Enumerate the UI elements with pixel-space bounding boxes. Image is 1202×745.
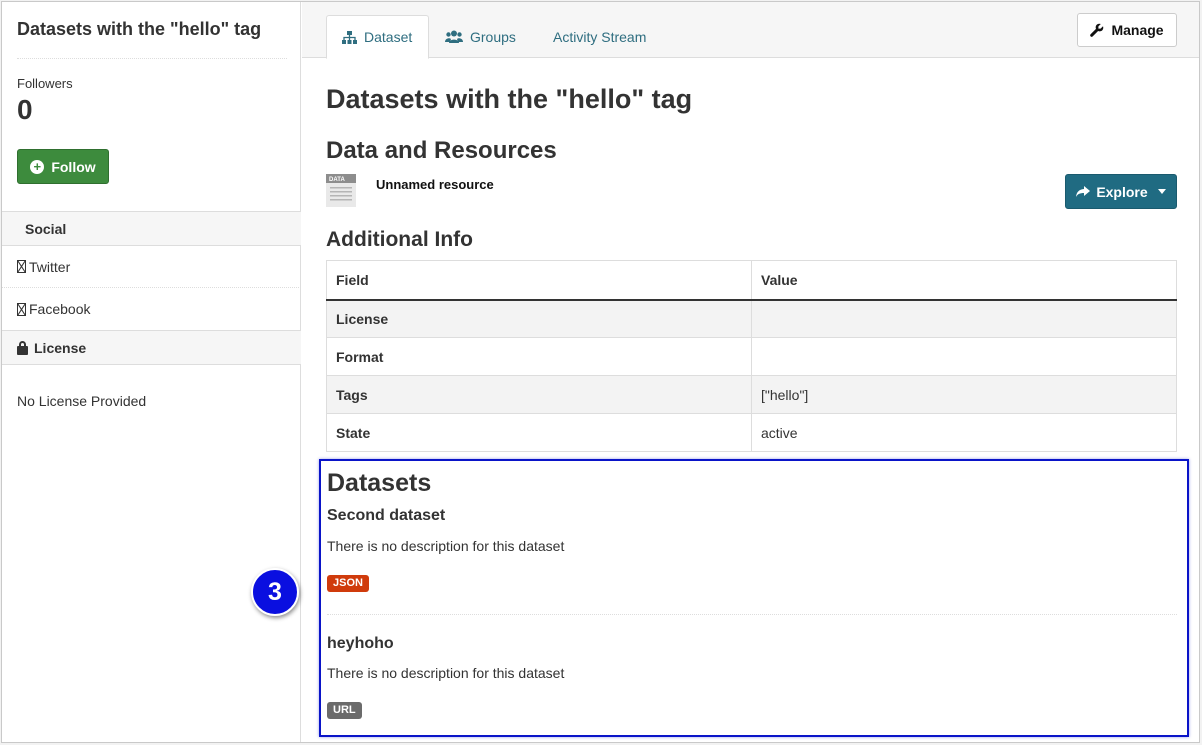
tab-groups[interactable]: Groups — [430, 15, 531, 58]
additional-info-heading: Additional Info — [326, 228, 473, 251]
field-cell: Tags — [326, 375, 752, 414]
table-row: Tags ["hello"] — [326, 375, 1177, 414]
facebook-label: Facebook — [29, 301, 91, 317]
missing-glyph-icon — [17, 260, 26, 273]
svg-text:DATA: DATA — [329, 177, 345, 183]
value-cell: ["hello"] — [751, 375, 1177, 414]
sidebar-title: Datasets with the "hello" tag — [17, 19, 262, 39]
datasets-heading: Datasets — [327, 469, 432, 497]
license-heading-label: License — [34, 339, 87, 356]
dataset-title-link[interactable]: Second dataset — [327, 507, 445, 525]
plus-circle-icon: + — [30, 159, 45, 174]
field-cell: License — [326, 299, 752, 338]
share-arrow-icon — [1076, 185, 1091, 197]
column-header: Field — [326, 260, 752, 301]
twitter-link[interactable]: Twitter — [2, 246, 301, 288]
facebook-link[interactable]: Facebook — [2, 288, 301, 330]
column-header: Value — [751, 260, 1177, 301]
page-frame: Datasets with the "hello" tag Followers … — [1, 1, 1200, 743]
follow-label: Follow — [51, 158, 96, 175]
step-marker: 3 — [251, 568, 299, 616]
explore-label: Explore — [1096, 183, 1148, 200]
main-content: Dataset Groups Activity Stream Manage Da… — [302, 2, 1199, 742]
twitter-label: Twitter — [29, 258, 71, 275]
resources-heading: Data and Resources — [326, 137, 557, 164]
caret-down-icon — [1157, 189, 1166, 194]
followers-count: 0 — [17, 94, 33, 125]
manage-label: Manage — [1111, 22, 1164, 38]
manage-button[interactable]: Manage — [1077, 13, 1177, 47]
license-text: No License Provided — [17, 393, 147, 409]
explore-button[interactable]: Explore — [1065, 174, 1177, 209]
table-row: State active — [326, 413, 1177, 452]
value-cell — [751, 337, 1177, 376]
missing-glyph-icon — [17, 302, 26, 316]
tab-activity-stream[interactable]: Activity Stream — [538, 15, 661, 58]
tab-dataset[interactable]: Dataset — [326, 15, 429, 59]
tab-activity-label: Activity Stream — [553, 28, 647, 45]
field-cell: State — [326, 413, 752, 452]
value-cell: active — [751, 413, 1177, 452]
dataset-title-link[interactable]: heyhoho — [327, 635, 394, 653]
format-badge-json[interactable]: JSON — [327, 575, 369, 592]
divider — [17, 58, 287, 59]
data-file-icon: DATA — [326, 174, 356, 207]
divider — [327, 614, 1177, 615]
lock-icon — [17, 340, 28, 355]
dataset-description: There is no description for this dataset — [327, 538, 565, 554]
social-heading: Social — [2, 211, 301, 246]
follow-button[interactable]: + Follow — [17, 149, 109, 184]
value-cell — [751, 299, 1177, 338]
format-badge-url[interactable]: URL — [327, 702, 362, 719]
license-heading: License — [2, 330, 301, 365]
users-icon — [445, 30, 463, 43]
field-cell: Format — [326, 337, 752, 376]
page-title: Datasets with the "hello" tag — [326, 84, 693, 114]
tab-bar: Dataset Groups Activity Stream Manage — [302, 2, 1199, 59]
wrench-icon — [1090, 23, 1104, 37]
table-header-row: Field Value — [326, 260, 1177, 301]
table-row: License — [326, 299, 1177, 338]
followers-label: Followers — [17, 76, 73, 91]
table-row: Format — [326, 337, 1177, 376]
tab-groups-label: Groups — [470, 28, 516, 45]
sidebar: Datasets with the "hello" tag Followers … — [2, 2, 301, 742]
additional-info-table: Field Value License Format Tags ["hello"… — [326, 260, 1177, 452]
resource-link[interactable]: Unnamed resource — [376, 177, 494, 192]
highlight-box — [319, 459, 1189, 737]
dataset-description: There is no description for this dataset — [327, 665, 565, 681]
sitemap-icon — [342, 30, 357, 44]
tab-dataset-label: Dataset — [364, 29, 413, 45]
